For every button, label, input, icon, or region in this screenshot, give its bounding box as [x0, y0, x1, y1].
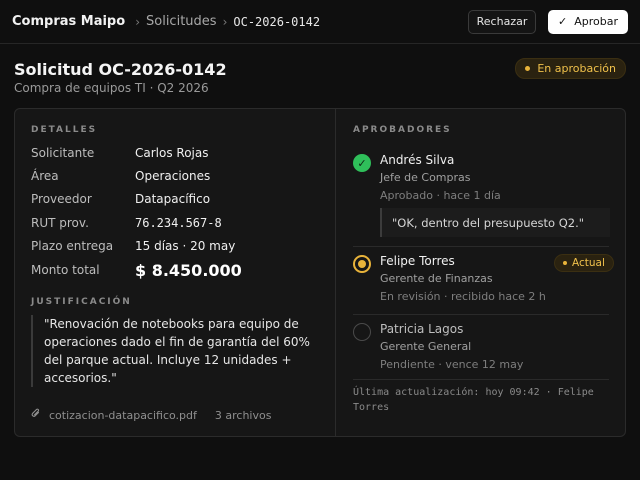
approve-button-label: Aprobar: [574, 15, 618, 28]
approver-name: Felipe Torres: [380, 254, 455, 268]
breadcrumb-separator: ›: [222, 14, 228, 29]
current-status-icon: [353, 255, 371, 273]
detail-key-plazo: Plazo entrega: [31, 239, 114, 253]
attachment-filename[interactable]: cotizacion-datapacifico.pdf: [49, 409, 197, 422]
breadcrumb-separator: ›: [135, 14, 140, 29]
breadcrumb-solicitudes[interactable]: Solicitudes: [146, 14, 217, 29]
page-title: Solicitud OC-2026-0142: [14, 60, 227, 79]
brand-name[interactable]: Compras Maipo: [12, 14, 125, 29]
approver-status-meta: Aprobado · hace 1 día: [380, 189, 501, 202]
attachment-count[interactable]: 3 archivos: [215, 409, 272, 422]
column-divider: [335, 109, 336, 436]
detail-key-proveedor: Proveedor: [31, 192, 92, 206]
justification-text: "Renovación de notebooks para equipo de …: [31, 315, 315, 387]
current-approver-badge: Actual: [554, 254, 614, 272]
paperclip-icon: [31, 408, 41, 422]
status-badge-label: En aprobación: [537, 62, 616, 75]
detail-key-solicitante: Solicitante: [31, 146, 95, 160]
pending-status-icon: [353, 323, 371, 341]
details-section-label: DETALLES: [31, 125, 98, 135]
attachment-row[interactable]: cotizacion-datapacifico.pdf 3 archivos: [31, 408, 271, 422]
page-subtitle: Compra de equipos TI · Q2 2026: [14, 81, 209, 95]
detail-value-monto: $ 8.450.000: [135, 261, 242, 280]
justification-section-label: JUSTIFICACIÓN: [31, 297, 132, 307]
request-card: DETALLES Solicitante Carlos Rojas Área O…: [14, 108, 626, 437]
approvers-section-label: APROBADORES: [353, 125, 452, 135]
reject-button[interactable]: Rechazar: [468, 9, 536, 34]
approver-role: Jefe de Compras: [380, 171, 471, 184]
approver-divider: [353, 246, 609, 247]
approver-role: Gerente de Finanzas: [380, 272, 493, 285]
header-actions: Rechazar ✓ Aprobar: [468, 9, 628, 34]
breadcrumb-current: OC-2026-0142: [233, 14, 321, 29]
current-approver-badge-label: Actual: [572, 257, 605, 269]
approver-status-meta: Pendiente · vence 12 may: [380, 358, 524, 371]
approver-name: Andrés Silva: [380, 153, 455, 167]
detail-value-solicitante: Carlos Rojas: [135, 146, 209, 160]
detail-key-area: Área: [31, 169, 59, 183]
approver-name: Patricia Lagos: [380, 322, 464, 336]
detail-value-plazo: 15 días · 20 may: [135, 239, 236, 253]
approve-button[interactable]: ✓ Aprobar: [548, 9, 628, 34]
detail-key-monto: Monto total: [31, 263, 100, 277]
top-bar: Compras Maipo › Solicitudes › OC-2026-01…: [0, 0, 640, 44]
status-dot-icon: [525, 66, 531, 71]
approver-role: Gerente General: [380, 340, 472, 353]
approver-divider: [353, 314, 609, 315]
approver-status-meta: En revisión · recibido hace 2 h: [380, 290, 546, 303]
badge-dot-icon: [563, 261, 567, 265]
detail-key-rut: RUT prov.: [31, 216, 89, 230]
approver-divider: [353, 379, 609, 380]
status-badge: En aprobación: [515, 58, 626, 79]
approver-comment: "OK, dentro del presupuesto Q2.": [380, 208, 610, 237]
last-update-text: Última actualización: hoy 09:42 · Felipe…: [353, 387, 594, 413]
detail-value-proveedor: Datapacífico: [135, 192, 211, 206]
detail-value-rut: 76.234.567-8: [135, 216, 222, 230]
detail-value-area: Operaciones: [135, 169, 211, 183]
approved-check-icon: ✓: [353, 154, 371, 172]
check-icon: ✓: [558, 15, 568, 28]
